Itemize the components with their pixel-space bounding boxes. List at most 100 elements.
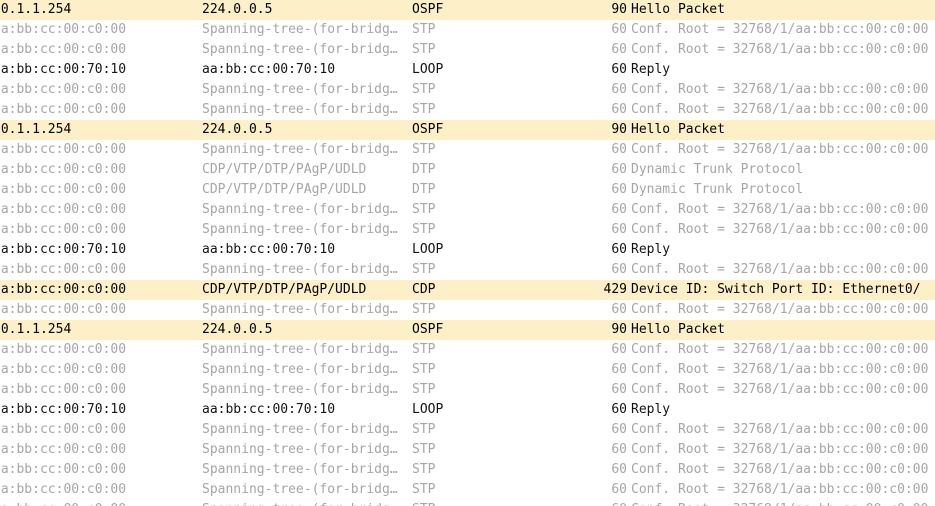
packet-length: 60 — [611, 142, 627, 157]
packet-length: 90 — [611, 2, 627, 17]
packet-destination: Spanning-tree-(for-bridg… — [202, 462, 398, 477]
packet-protocol: STP — [412, 422, 436, 437]
packet-row[interactable]: aa:bb:cc:00:c0:00 Spanning-tree-(for-brid… — [0, 440, 935, 460]
packet-protocol: STP — [412, 362, 436, 377]
packet-info: Conf. Root = 32768/1/aa:bb:cc:00:c0:00 — [631, 222, 929, 237]
packet-info: Conf. Root = 32768/1/aa:bb:cc:00:c0:00 — [631, 102, 929, 117]
packet-source: aa:bb:cc:00:c0:00 — [0, 442, 127, 457]
packet-destination: aa:bb:cc:00:70:10 — [202, 242, 336, 257]
packet-info: Device ID: Switch Port ID: Ethernet0/ — [631, 282, 921, 297]
packet-source: aa:bb:cc:00:c0:00 — [0, 22, 127, 37]
packet-length: 60 — [611, 302, 627, 317]
packet-source: aa:bb:cc:00:c0:00 — [0, 302, 127, 317]
packet-row[interactable]: 10.1.1.254 224.0.0.5 OSPF 90 Hello Packet — [0, 320, 935, 340]
packet-protocol: LOOP — [412, 402, 444, 417]
packet-row[interactable]: aa:bb:cc:00:c0:00 Spanning-tree-(for-brid… — [0, 500, 935, 506]
packet-destination: CDP/VTP/DTP/PAgP/UDLD — [202, 282, 367, 297]
packet-protocol: STP — [412, 42, 436, 57]
packet-protocol: STP — [412, 302, 436, 317]
packet-row[interactable]: aa:bb:cc:00:c0:00 Spanning-tree-(for-brid… — [0, 260, 935, 280]
packet-length: 60 — [611, 462, 627, 477]
packet-protocol: STP — [412, 202, 436, 217]
packet-row[interactable]: aa:bb:cc:00:c0:00 CDP/VTP/DTP/PAgP/UDLD DT… — [0, 160, 935, 180]
packet-destination: 224.0.0.5 — [202, 2, 273, 17]
packet-length: 60 — [611, 362, 627, 377]
packet-destination: Spanning-tree-(for-bridg… — [202, 302, 398, 317]
packet-source: aa:bb:cc:00:c0:00 — [0, 222, 127, 237]
packet-source: aa:bb:cc:00:c0:00 — [0, 262, 127, 277]
packet-info: Hello Packet — [631, 122, 725, 137]
packet-row[interactable]: aa:bb:cc:00:c0:00 Spanning-tree-(for-brid… — [0, 220, 935, 240]
packet-info: Conf. Root = 32768/1/aa:bb:cc:00:c0:00 — [631, 362, 929, 377]
packet-destination: Spanning-tree-(for-bridg… — [202, 500, 407, 506]
packet-row[interactable]: aa:bb:cc:00:c0:00 Spanning-tree-(for-brid… — [0, 100, 935, 120]
packet-row[interactable]: aa:bb:cc:00:c0:00 Spanning-tree-(for-brid… — [0, 340, 935, 360]
packet-row[interactable]: 10.1.1.254 224.0.0.5 OSPF 90 Hello Packet — [0, 0, 935, 20]
packet-row[interactable]: aa:bb:cc:00:70:10 aa:bb:cc:00:70:10 LOOP 60… — [0, 240, 935, 260]
packet-row[interactable]: aa:bb:cc:00:c0:00 Spanning-tree-(for-brid… — [0, 360, 935, 380]
packet-length: 60 — [611, 22, 627, 37]
packet-protocol: STP — [412, 142, 436, 157]
packet-source: aa:bb:cc:00:70:10 — [0, 62, 127, 77]
packet-destination: aa:bb:cc:00:70:10 — [202, 402, 336, 417]
packet-source: aa:bb:cc:00:c0:00 — [0, 42, 127, 57]
packet-destination: Spanning-tree-(for-bridg… — [202, 382, 398, 397]
packet-source: aa:bb:cc:00:c0:00 — [0, 162, 127, 177]
packet-row[interactable]: aa:bb:cc:00:c0:00 Spanning-tree-(for-brid… — [0, 20, 935, 40]
packet-row[interactable]: aa:bb:cc:00:c0:00 Spanning-tree-(for-brid… — [0, 140, 935, 160]
packet-protocol: STP — [412, 82, 436, 97]
packet-source: aa:bb:cc:00:c0:00 — [0, 142, 127, 157]
packet-destination: CDP/VTP/DTP/PAgP/UDLD — [202, 182, 367, 197]
packet-protocol: STP — [412, 102, 436, 117]
packet-protocol: STP — [412, 462, 436, 477]
packet-row[interactable]: aa:bb:cc:00:c0:00 Spanning-tree-(for-brid… — [0, 40, 935, 60]
packet-info: Reply — [631, 62, 671, 77]
packet-row[interactable]: aa:bb:cc:00:c0:00 Spanning-tree-(for-brid… — [0, 300, 935, 320]
packet-row[interactable]: aa:bb:cc:00:c0:00 Spanning-tree-(for-brid… — [0, 80, 935, 100]
packet-info: Hello Packet — [631, 322, 725, 337]
packet-source: aa:bb:cc:00:70:10 — [0, 402, 127, 417]
packet-protocol: STP — [412, 442, 436, 457]
packet-info: Conf. Root = 32768/1/aa:bb:cc:00:c0:00 — [631, 302, 929, 317]
packet-length: 60 — [611, 182, 627, 197]
packet-row[interactable]: aa:bb:cc:00:c0:00 CDP/VTP/DTP/PAgP/UDLD CD… — [0, 280, 935, 300]
packet-source: 10.1.1.254 — [0, 122, 72, 137]
packet-destination: 224.0.0.5 — [202, 122, 273, 137]
packet-protocol: STP — [412, 22, 436, 37]
packet-length: 60 — [611, 202, 627, 217]
packet-info: Conf. Root = 32768/1/aa:bb:cc:00:c0:00 — [631, 422, 929, 437]
packet-destination: Spanning-tree-(for-bridg… — [202, 342, 398, 357]
packet-row[interactable]: aa:bb:cc:00:c0:00 CDP/VTP/DTP/PAgP/UDLD DT… — [0, 180, 935, 200]
packet-row[interactable]: aa:bb:cc:00:c0:00 Spanning-tree-(for-brid… — [0, 200, 935, 220]
packet-length: 60 — [611, 242, 627, 257]
packet-destination: Spanning-tree-(for-bridg… — [202, 362, 398, 377]
packet-destination: Spanning-tree-(for-bridg… — [202, 82, 398, 97]
packet-length: 429 — [603, 282, 627, 297]
packet-row[interactable]: aa:bb:cc:00:c0:00 Spanning-tree-(for-brid… — [0, 420, 935, 440]
packet-length: 60 — [611, 62, 627, 77]
packet-length: 90 — [611, 122, 627, 137]
packet-source: aa:bb:cc:00:c0:00 — [0, 182, 127, 197]
packet-info: Conf. Root = 32768/1/aa:bb:cc:00:c0:00 — [631, 382, 929, 397]
packet-protocol: LOOP — [412, 242, 444, 257]
packet-length: 60 — [560, 500, 627, 506]
packet-protocol: STP — [412, 500, 582, 506]
packet-protocol: CDP — [412, 282, 436, 297]
packet-destination: Spanning-tree-(for-bridg… — [202, 482, 398, 497]
packet-length: 60 — [611, 422, 627, 437]
packet-destination: Spanning-tree-(for-bridg… — [202, 42, 398, 57]
packet-source: aa:bb:cc:00:c0:00 — [0, 500, 193, 506]
packet-list[interactable]: 10.1.1.254 224.0.0.5 OSPF 90 Hello Packet aa:… — [0, 0, 935, 506]
packet-length: 60 — [611, 82, 627, 97]
packet-row[interactable]: aa:bb:cc:00:c0:00 Spanning-tree-(for-brid… — [0, 460, 935, 480]
packet-info: Dynamic Trunk Protocol — [631, 162, 804, 177]
packet-row[interactable]: aa:bb:cc:00:c0:00 Spanning-tree-(for-brid… — [0, 480, 935, 500]
packet-length: 60 — [611, 222, 627, 237]
packet-row[interactable]: aa:bb:cc:00:70:10 aa:bb:cc:00:70:10 LOOP 60… — [0, 60, 935, 80]
packet-info: Conf. Root = 32768/1/aa:bb:cc:00:c0:00 — [631, 142, 929, 157]
packet-row[interactable]: aa:bb:cc:00:70:10 aa:bb:cc:00:70:10 LOOP 60… — [0, 400, 935, 420]
packet-row[interactable]: aa:bb:cc:00:c0:00 Spanning-tree-(for-brid… — [0, 380, 935, 400]
packet-protocol: DTP — [412, 162, 436, 177]
packet-row[interactable]: 10.1.1.254 224.0.0.5 OSPF 90 Hello Packet — [0, 120, 935, 140]
packet-protocol: LOOP — [412, 62, 444, 77]
